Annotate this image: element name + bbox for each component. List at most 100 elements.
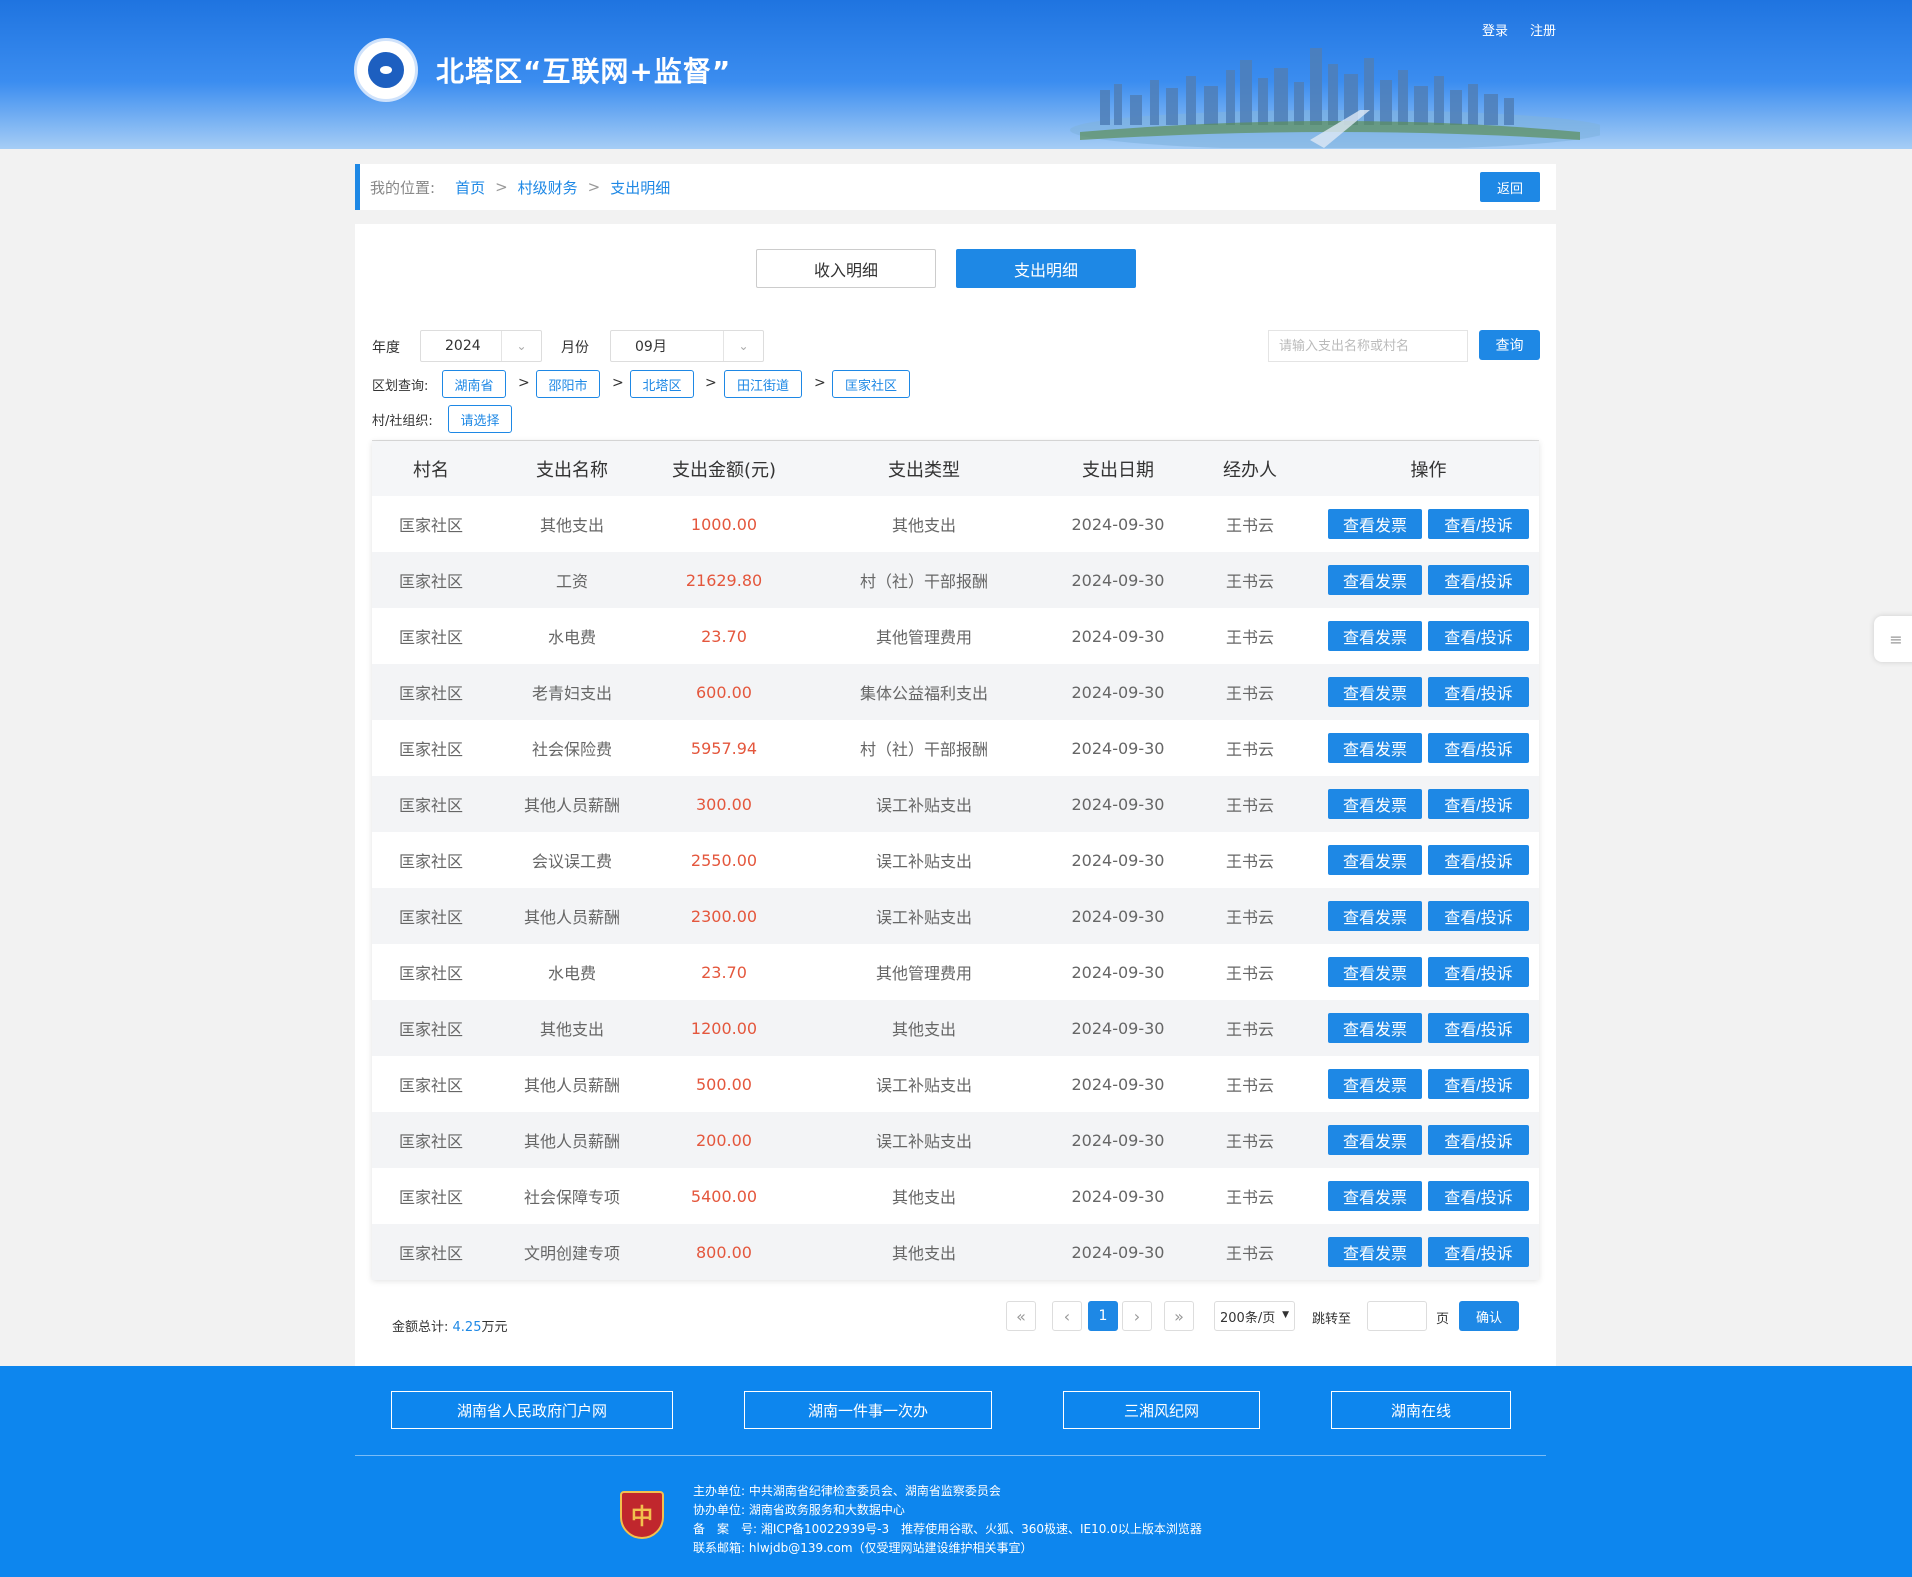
view-invoice-button[interactable]: 查看发票: [1328, 789, 1422, 819]
cell-type: 其他管理费用: [875, 628, 972, 647]
region-community[interactable]: 匡家社区: [832, 370, 910, 398]
view-complain-button[interactable]: 查看/投诉: [1428, 1181, 1529, 1211]
view-invoice-button[interactable]: 查看发票: [1328, 1069, 1422, 1099]
view-invoice-button[interactable]: 查看发票: [1328, 509, 1422, 539]
table-row: 匡家社区 社会保障专项 5400.00 其他支出 2024-09-30 王书云 查看发票 查看…: [372, 1168, 1539, 1224]
table-row: 匡家社区 老青妇支出 600.00 集体公益福利支出 2024-09-30 王书云 查看发票…: [372, 664, 1539, 720]
query-button[interactable]: 查询: [1479, 330, 1540, 360]
breadcrumb-home[interactable]: 首页: [455, 177, 485, 198]
jump-page-input[interactable]: [1367, 1301, 1427, 1331]
back-button[interactable]: 返回: [1480, 172, 1540, 202]
col-actions: 操作: [1410, 459, 1447, 481]
last-page-button[interactable]: »: [1164, 1301, 1194, 1331]
region-district[interactable]: 北塔区: [630, 370, 694, 398]
view-complain-button[interactable]: 查看/投诉: [1428, 1237, 1529, 1267]
register-link[interactable]: 注册: [1530, 20, 1556, 39]
month-select[interactable]: 09月 ⌄: [610, 330, 764, 362]
view-invoice-button[interactable]: 查看发票: [1328, 901, 1422, 931]
view-invoice-button[interactable]: 查看发票: [1328, 845, 1422, 875]
footer-link-one-thing[interactable]: 湖南一件事一次办: [744, 1391, 992, 1429]
view-invoice-button[interactable]: 查看发票: [1328, 957, 1422, 987]
month-value: 09月: [635, 339, 667, 355]
side-menu-toggle[interactable]: ≡: [1874, 616, 1912, 662]
next-page-button[interactable]: ›: [1122, 1301, 1152, 1331]
table-row: 匡家社区 其他支出 1000.00 其他支出 2024-09-30 王书云 查看发票 查看/投…: [372, 496, 1539, 552]
cell-actions: 查看发票 查看/投诉: [1318, 509, 1539, 539]
org-select[interactable]: 请选择: [448, 405, 512, 433]
cell-handler: 王书云: [1225, 572, 1274, 591]
search-input[interactable]: [1268, 330, 1468, 362]
cell-name: 文明创建专项: [523, 1244, 620, 1263]
page-1-button[interactable]: 1: [1088, 1301, 1118, 1331]
view-complain-button[interactable]: 查看/投诉: [1428, 1013, 1529, 1043]
footer-link-gov-portal[interactable]: 湖南省人民政府门户网: [391, 1391, 673, 1429]
cell-handler: 王书云: [1225, 1244, 1274, 1263]
cell-village: 匡家社区: [398, 1076, 463, 1095]
footer-link-sanxiang[interactable]: 三湘风纪网: [1063, 1391, 1260, 1429]
cell-handler: 王书云: [1225, 1132, 1274, 1151]
view-complain-button[interactable]: 查看/投诉: [1428, 957, 1529, 987]
cell-name: 其他支出: [539, 516, 604, 535]
cell-actions: 查看发票 查看/投诉: [1318, 789, 1539, 819]
footer-host-value: 中共湖南省纪律检查委员会、湖南省监察委员会: [748, 1484, 1001, 1498]
site-title: 北塔区“互联网+监督”: [436, 55, 732, 88]
login-link[interactable]: 登录: [1482, 20, 1508, 39]
view-complain-button[interactable]: 查看/投诉: [1428, 733, 1529, 763]
year-label: 年度: [372, 340, 400, 356]
view-invoice-button[interactable]: 查看发票: [1328, 1013, 1422, 1043]
chevron-down-icon: ⌄: [723, 331, 763, 361]
cell-date: 2024-09-30: [1071, 1130, 1165, 1150]
region-province[interactable]: 湖南省: [442, 370, 506, 398]
view-complain-button[interactable]: 查看/投诉: [1428, 565, 1529, 595]
region-city[interactable]: 邵阳市: [536, 370, 600, 398]
chevron-down-icon: ⌄: [501, 331, 541, 361]
cell-name: 社会保障专项: [523, 1188, 620, 1207]
footer-link-hunan-online[interactable]: 湖南在线: [1331, 1391, 1511, 1429]
view-invoice-button[interactable]: 查看发票: [1328, 1125, 1422, 1155]
first-page-button[interactable]: «: [1006, 1301, 1036, 1331]
cell-village: 匡家社区: [398, 1020, 463, 1039]
breadcrumb-village-finance[interactable]: 村级财务: [518, 177, 578, 198]
view-complain-button[interactable]: 查看/投诉: [1428, 677, 1529, 707]
region-street[interactable]: 田江街道: [724, 370, 802, 398]
breadcrumb-current[interactable]: 支出明细: [610, 177, 670, 198]
prev-page-button[interactable]: ‹: [1052, 1301, 1082, 1331]
jump-confirm-button[interactable]: 确认: [1459, 1301, 1519, 1331]
tab-income[interactable]: 收入明细: [756, 249, 936, 288]
cell-handler: 王书云: [1225, 628, 1274, 647]
cell-name: 会议误工费: [531, 852, 612, 871]
view-complain-button[interactable]: 查看/投诉: [1428, 1069, 1529, 1099]
expense-table: 村名 支出名称 支出金额(元) 支出类型 支出日期 经办人 操作 匡家社区 其他支…: [372, 441, 1539, 1280]
view-invoice-button[interactable]: 查看发票: [1328, 733, 1422, 763]
page-size-select[interactable]: 200条/页 ▼: [1214, 1301, 1295, 1331]
cell-village: 匡家社区: [398, 1132, 463, 1151]
view-complain-button[interactable]: 查看/投诉: [1428, 1125, 1529, 1155]
view-invoice-button[interactable]: 查看发票: [1328, 1181, 1422, 1211]
table-row: 匡家社区 其他人员薪酬 300.00 误工补贴支出 2024-09-30 王书云 查看发票查…: [372, 776, 1539, 832]
view-invoice-button[interactable]: 查看发票: [1328, 1237, 1422, 1267]
cell-actions: 查看发票 查看/投诉: [1318, 901, 1539, 931]
cell-actions: 查看发票 查看/投诉: [1318, 845, 1539, 875]
view-complain-button[interactable]: 查看/投诉: [1428, 901, 1529, 931]
view-invoice-button[interactable]: 查看发票: [1328, 565, 1422, 595]
site-footer: 湖南省人民政府门户网 湖南一件事一次办 三湘风纪网 湖南在线 中 主办单位: 中…: [0, 1366, 1912, 1577]
view-complain-button[interactable]: 查看/投诉: [1428, 509, 1529, 539]
view-complain-button[interactable]: 查看/投诉: [1428, 845, 1529, 875]
footer-email-label: 联系邮箱:: [693, 1541, 746, 1555]
total-label: 金额总计:: [392, 1320, 449, 1335]
year-select[interactable]: 2024 ⌄: [420, 330, 542, 362]
view-invoice-button[interactable]: 查看发票: [1328, 621, 1422, 651]
org-label: 村/社组织:: [372, 414, 433, 429]
cell-village: 匡家社区: [398, 1244, 463, 1263]
view-invoice-button[interactable]: 查看发票: [1328, 677, 1422, 707]
view-complain-button[interactable]: 查看/投诉: [1428, 789, 1529, 819]
cell-village: 匡家社区: [398, 684, 463, 703]
cell-actions: 查看发票 查看/投诉: [1318, 621, 1539, 651]
cell-name: 其他人员薪酬: [523, 796, 620, 815]
cell-handler: 王书云: [1225, 964, 1274, 983]
party-gov-emblem-icon[interactable]: 中: [620, 1491, 664, 1539]
view-complain-button[interactable]: 查看/投诉: [1428, 621, 1529, 651]
tab-expense[interactable]: 支出明细: [956, 249, 1136, 288]
site-logo[interactable]: [354, 38, 418, 102]
cell-date: 2024-09-30: [1071, 1018, 1165, 1038]
